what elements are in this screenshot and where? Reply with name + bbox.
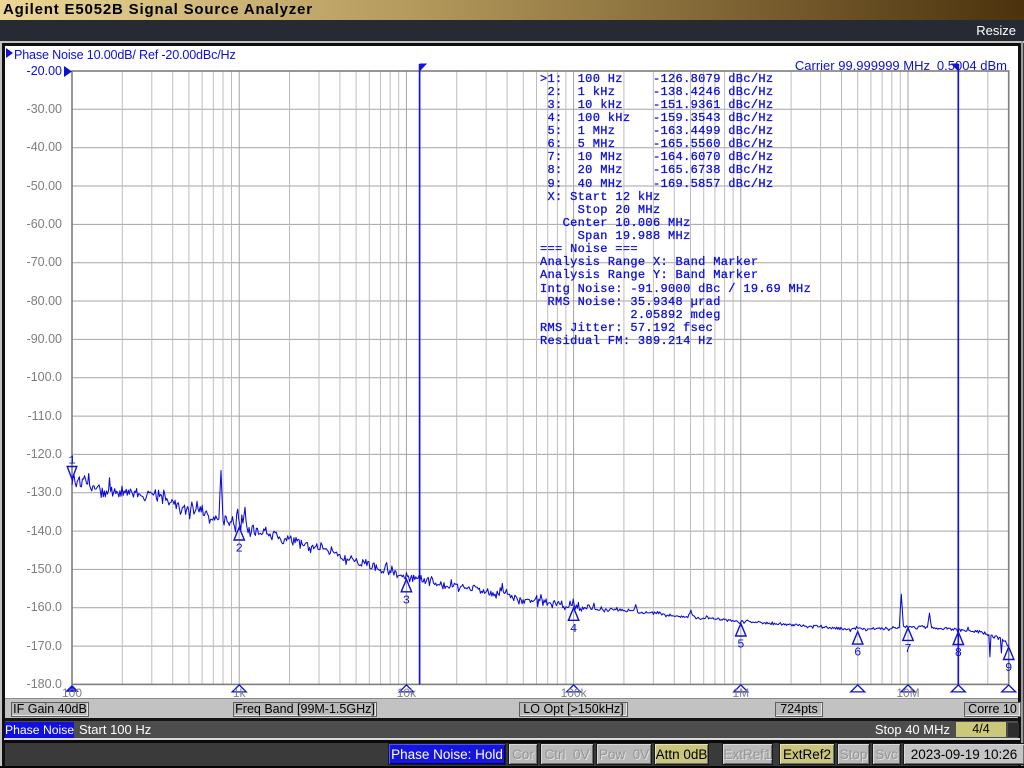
svg-text:5: 5 xyxy=(737,638,744,652)
svg-text:7: 7 xyxy=(904,642,911,656)
svg-text:4: 4 xyxy=(570,622,577,636)
svg-text:2: 2 xyxy=(236,542,243,556)
svg-text:9: 9 xyxy=(1005,661,1012,675)
svg-text:1: 1 xyxy=(68,454,75,468)
svg-text:8: 8 xyxy=(955,646,962,660)
svg-text:6: 6 xyxy=(854,646,861,660)
svg-text:3: 3 xyxy=(403,593,410,607)
